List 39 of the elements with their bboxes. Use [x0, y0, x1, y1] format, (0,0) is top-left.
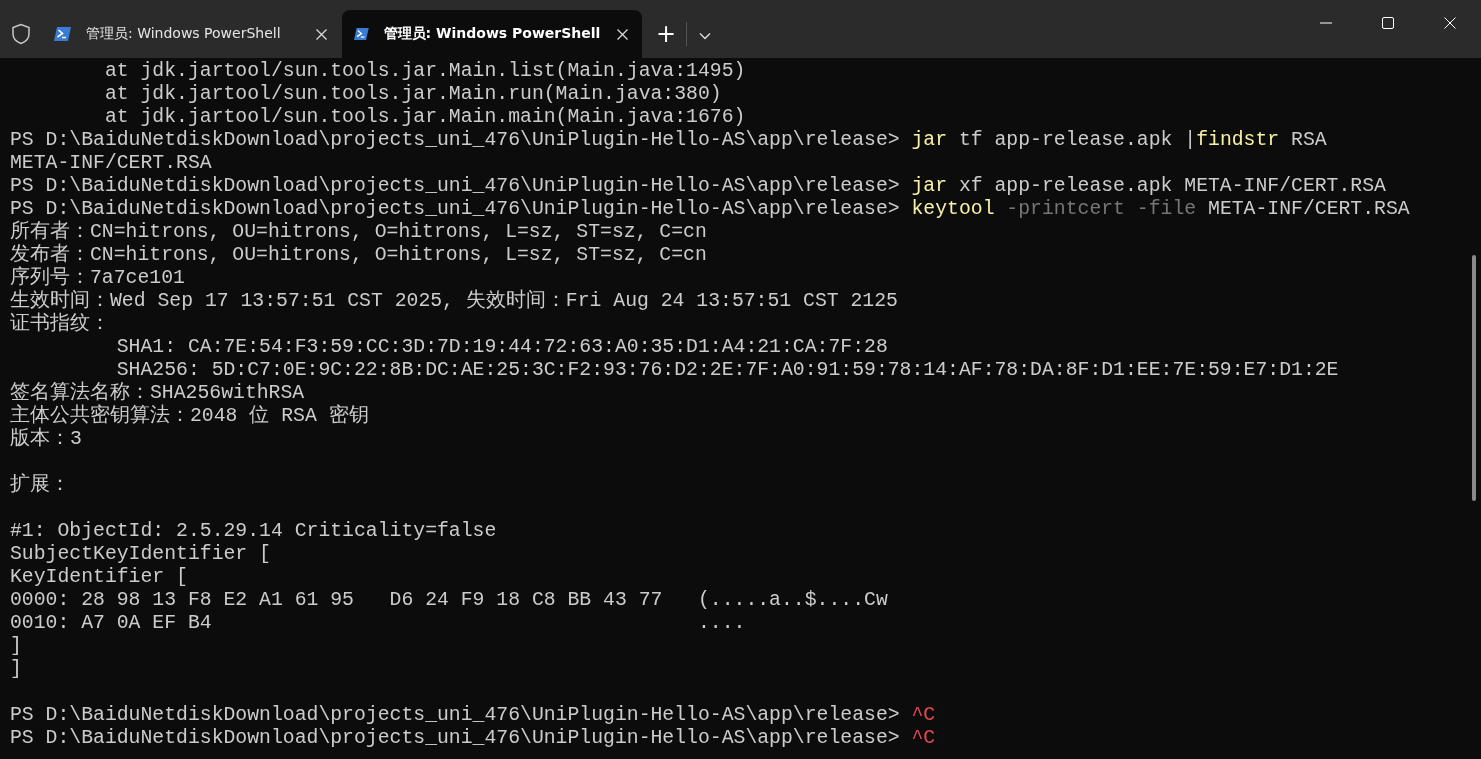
terminal-line: 发布者：CN=hitrons, OU=hitrons, O=hitrons, L=sz, ST=sz, C=cn	[10, 244, 707, 266]
scrollbar-thumb[interactable]	[1472, 255, 1476, 501]
terminal-line: #1: ObjectId: 2.5.29.14 Criticality=false	[10, 520, 497, 543]
terminal-line: 0000: 28 98 13 F8 E2 A1 61 95 D6 24 F9 18 C8 BB 43 77 (.....a..$....Cw	[10, 589, 888, 612]
close-icon[interactable]	[1444, 17, 1456, 29]
terminal-line: SHA256: 5D:C7:0E:9C:22:8B:DC:AE:25:3C:F2:93:76:D2:2E:7F:A0:91:59:78:14:AF:78:DA:8F:D1:EE:7E:59:E7:D1:2E	[115, 359, 1339, 382]
terminal-line: META-INF/CERT.RSA	[10, 152, 212, 175]
terminal-line: PS D:\BaiduNetdiskDownload\projects_uni_476\UniPlugin-Hello-AS\app\release> keytool -printcert -file META-INF/CERT.RSA	[10, 198, 1410, 220]
terminal-tab[interactable]: 管理员: Windows PowerShell	[342, 10, 642, 58]
terminal-line: 扩展：	[10, 474, 70, 497]
terminal-tab[interactable]: 管理员: Windows PowerShell	[42, 10, 342, 58]
powershell-icon	[54, 26, 72, 42]
terminal-line: ]	[10, 658, 22, 681]
terminal-line: 主体公共密钥算法：2048 位 RSA 密钥	[10, 405, 369, 427]
terminal-line: PS D:\BaiduNetdiskDownload\projects_uni_476\UniPlugin-Hello-AS\app\release> ^C	[10, 727, 936, 750]
terminal-line: KeyIdentifier [	[10, 566, 188, 589]
terminal-line: SHA1: CA:7E:54:F3:59:CC:3D:7D:19:44:72:63:A0:35:D1:A4:21:CA:7F:28	[115, 336, 888, 359]
maximize-icon[interactable]	[1382, 17, 1394, 29]
terminal-line: at jdk.jartool/sun.tools.jar.Main.run(Main.java:380)	[103, 83, 722, 106]
terminal-line: PS D:\BaiduNetdiskDownload\projects_uni_476\UniPlugin-Hello-AS\app\release> jar xf app-release.apk META-INF/CERT.RSA	[10, 175, 1386, 198]
terminal-line: 签名算法名称：SHA256withRSA	[10, 382, 305, 404]
terminal-line: at jdk.jartool/sun.tools.jar.Main.main(Main.java:1676)	[103, 106, 746, 129]
terminal-line: 版本：3	[10, 428, 82, 451]
terminal-line: 0010: A7 0A EF B4 ....	[10, 612, 746, 635]
terminal-line: 所有者：CN=hitrons, OU=hitrons, O=hitrons, L=sz, ST=sz, C=cn	[10, 221, 707, 243]
terminal-line: 生效时间：Wed Sep 17 13:57:51 CST 2025, 失效时间：Fri Aug 24 13:57:51 CST 2125	[10, 290, 898, 312]
dropdown-caret-icon[interactable]	[699, 32, 711, 40]
terminal-line: PS D:\BaiduNetdiskDownload\projects_uni_476\UniPlugin-Hello-AS\app\release> ^C	[10, 704, 936, 727]
terminal-line: ]	[10, 635, 22, 658]
terminal-line: SubjectKeyIdentifier [	[10, 543, 271, 566]
close-tab-icon[interactable]	[315, 28, 327, 40]
powershell-icon	[354, 26, 370, 42]
terminal-line: PS D:\BaiduNetdiskDownload\projects_uni_476\UniPlugin-Hello-AS\app\release> jar tf app-release.apk |findstr RSA	[10, 129, 1327, 152]
terminal-line: at jdk.jartool/sun.tools.jar.Main.list(Main.java:1495)	[103, 60, 746, 83]
new-tab-button[interactable]: +	[646, 14, 686, 54]
terminal-line: 序列号：7a7ce101	[10, 267, 185, 289]
terminal-line: 证书指纹：	[10, 313, 110, 336]
close-tab-icon[interactable]	[616, 28, 628, 40]
shield-icon	[11, 23, 31, 45]
